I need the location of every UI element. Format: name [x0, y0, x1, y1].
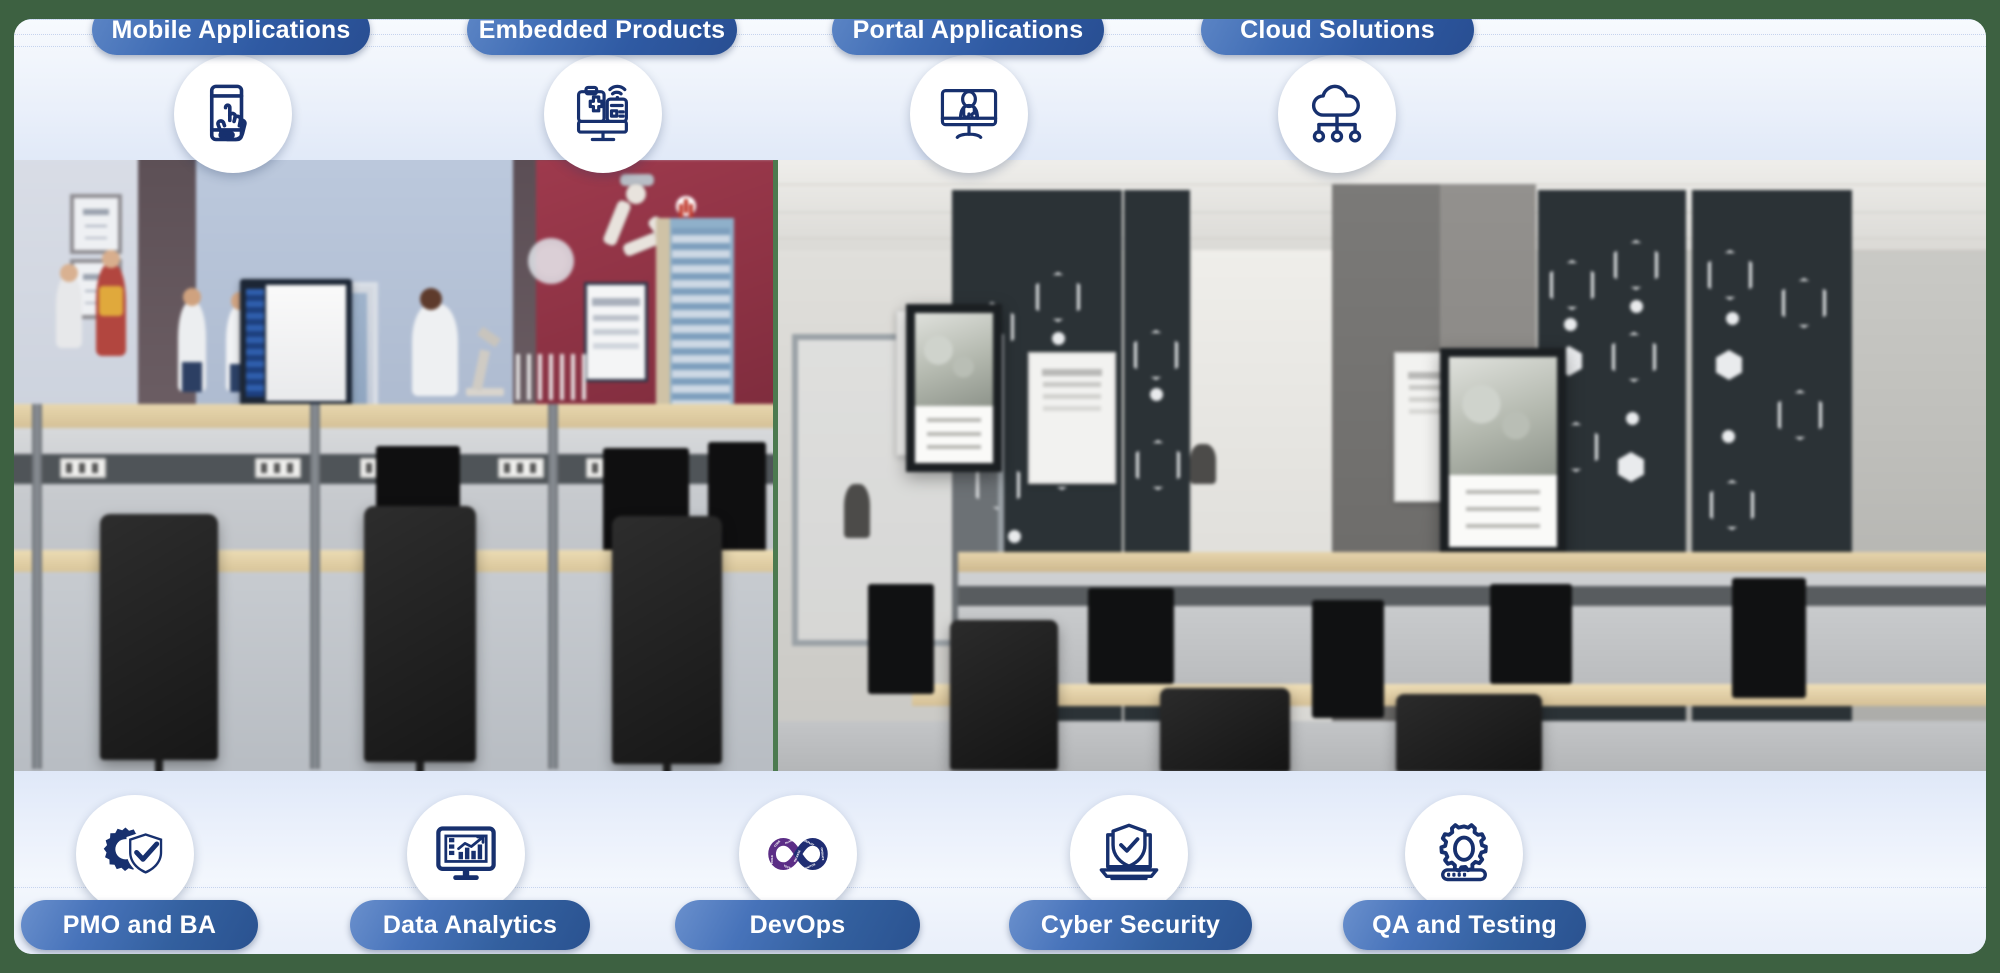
telemedicine-icon [940, 89, 998, 139]
pill-mobile-applications[interactable]: Mobile Applications [92, 19, 370, 55]
pill-devops[interactable]: DevOps [675, 900, 920, 950]
office-chair [100, 514, 218, 760]
analytics-monitor-icon [436, 826, 496, 881]
office-chair [612, 516, 722, 764]
medical-cross-graphic [676, 196, 696, 216]
pill-data-analytics[interactable]: Data Analytics [350, 900, 590, 950]
pill-portal-applications[interactable]: Portal Applications [832, 19, 1104, 55]
power-socket [255, 458, 301, 478]
infographic-card: CODE PLAN BUILD TEST RELEASE DEPLOY OPER… [14, 19, 1986, 954]
pill-cloud-solutions[interactable]: Cloud Solutions [1201, 19, 1474, 55]
lab-poster [584, 282, 648, 382]
lab-desk-top [14, 404, 773, 428]
lab-person [178, 302, 206, 392]
office-chair [364, 506, 476, 762]
bottom-band-hatch [14, 887, 1986, 890]
monitor-screen [1490, 584, 1572, 684]
cloud-network-icon [1311, 84, 1362, 143]
badge-shield-check-icon-bubble[interactable] [76, 795, 194, 913]
pill-cyber-security[interactable]: Cyber Security [1009, 900, 1252, 950]
lab-person-head [102, 250, 120, 268]
pill-label: QA and Testing [1372, 910, 1557, 939]
pc-tower [1732, 578, 1806, 698]
office-chair [1160, 688, 1290, 772]
medical-device-icon-bubble[interactable] [544, 55, 662, 173]
pill-label: Cloud Solutions [1240, 19, 1435, 44]
lab-vials [516, 354, 592, 400]
office-chair [950, 620, 1058, 770]
pill-pmo-and-ba[interactable]: PMO and BA [21, 900, 258, 950]
lab-person [96, 264, 126, 356]
desk-leg [548, 404, 558, 769]
pill-label: PMO and BA [62, 910, 217, 939]
bottom-band [14, 771, 1986, 954]
pill-embedded-products[interactable]: Embedded Products [467, 19, 737, 55]
office-hexagon-wall-photo [778, 160, 1986, 775]
lab-scientist-head [420, 288, 442, 310]
microscope-graphic [460, 326, 506, 396]
photo-strip [14, 160, 1986, 775]
office-person [1190, 444, 1216, 484]
pill-label: Embedded Products [478, 19, 726, 44]
desk-leg [310, 404, 320, 769]
office-person [844, 484, 870, 538]
analytics-monitor-icon-bubble[interactable] [407, 795, 525, 913]
lab-building-graphic [656, 218, 734, 410]
lab-person [56, 276, 82, 348]
lab-person-head [183, 288, 201, 306]
laptop-shield-icon-bubble[interactable] [1070, 795, 1188, 913]
lab-wall-frame-1 [70, 194, 122, 254]
pill-label: DevOps [749, 910, 846, 939]
pill-label: Mobile Applications [111, 19, 351, 44]
framed-display-board [1440, 348, 1566, 556]
desk-leg [32, 404, 42, 769]
lab-framed-display [240, 279, 352, 407]
mobile-touch-icon-bubble[interactable] [174, 55, 292, 173]
devops-infinity-icon-bubble[interactable]: CODE PLAN BUILD TEST RELEASE DEPLOY OPER… [739, 795, 857, 913]
lab-person-head [60, 264, 78, 282]
office-chair [1396, 694, 1542, 772]
gear-progress-icon [1439, 823, 1488, 882]
lab-scientist [412, 304, 458, 396]
pill-label: Cyber Security [1040, 910, 1221, 939]
devops-infinity-icon: CODE PLAN BUILD TEST RELEASE DEPLOY OPER… [768, 838, 828, 871]
devops-segment-build: BUILD [770, 855, 774, 864]
power-socket [498, 458, 544, 478]
lab-illustration-photo [14, 160, 773, 775]
framed-display-board [906, 304, 1002, 472]
pill-label: Data Analytics [382, 910, 558, 939]
power-socket [60, 458, 106, 478]
badge-shield-check-icon [103, 827, 165, 877]
medical-device-icon [576, 84, 628, 142]
lab-wall-circle [528, 238, 574, 284]
monitor-screen [868, 584, 934, 694]
laptop-shield-icon [1099, 823, 1159, 881]
pill-qa-and-testing[interactable]: QA and Testing [1343, 900, 1586, 950]
monitor-screen [1088, 588, 1174, 684]
mobile-touch-icon [209, 84, 247, 142]
screenshot-stage: CODE PLAN BUILD TEST RELEASE DEPLOY OPER… [0, 0, 2000, 973]
gear-progress-icon-bubble[interactable] [1405, 795, 1523, 913]
telemedicine-icon-bubble[interactable] [910, 55, 1028, 173]
pc-tower [1312, 600, 1384, 718]
office-upper-desk [958, 552, 1986, 572]
wall-poster [1028, 352, 1116, 484]
pill-label: Portal Applications [852, 19, 1084, 44]
cloud-network-icon-bubble[interactable] [1278, 55, 1396, 173]
